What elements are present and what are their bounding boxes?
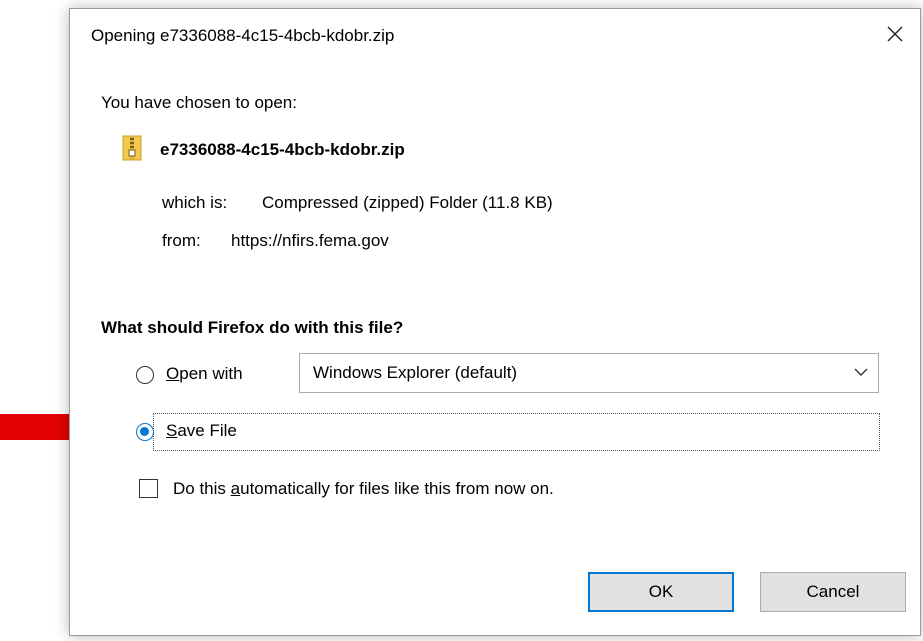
save-file-label[interactable]: Save File <box>166 421 237 441</box>
save-file-radio[interactable] <box>136 423 154 441</box>
zip-folder-icon <box>122 135 142 161</box>
open-with-label[interactable]: Open with <box>166 364 243 384</box>
dialog-title: Opening e7336088-4c15-4bcb-kdobr.zip <box>91 26 395 45</box>
auto-checkbox[interactable] <box>139 479 158 498</box>
ok-button[interactable]: OK <box>588 572 734 612</box>
which-is-label: which is: <box>162 193 228 212</box>
auto-checkbox-label[interactable]: Do this automatically for files like thi… <box>173 479 554 499</box>
open-with-radio[interactable] <box>136 366 154 384</box>
intro-text: You have chosen to open: <box>101 93 297 112</box>
cancel-button[interactable]: Cancel <box>760 572 906 612</box>
action-question: What should Firefox do with this file? <box>101 318 404 337</box>
close-icon <box>887 26 903 42</box>
application-select[interactable]: Windows Explorer (default) <box>299 353 879 393</box>
download-dialog: Opening e7336088-4c15-4bcb-kdobr.zip You… <box>69 8 921 636</box>
chevron-down-icon <box>854 368 868 376</box>
source-url: https://nfirs.fema.gov <box>231 231 389 250</box>
title-bar: Opening e7336088-4c15-4bcb-kdobr.zip <box>70 9 920 63</box>
save-file-focus-outline <box>153 413 880 451</box>
close-button[interactable] <box>870 9 920 59</box>
from-label: from: <box>162 231 201 250</box>
file-type-value: Compressed (zipped) Folder (11.8 KB) <box>262 193 553 212</box>
application-select-value: Windows Explorer (default) <box>313 363 518 382</box>
file-name: e7336088-4c15-4bcb-kdobr.zip <box>160 140 405 159</box>
